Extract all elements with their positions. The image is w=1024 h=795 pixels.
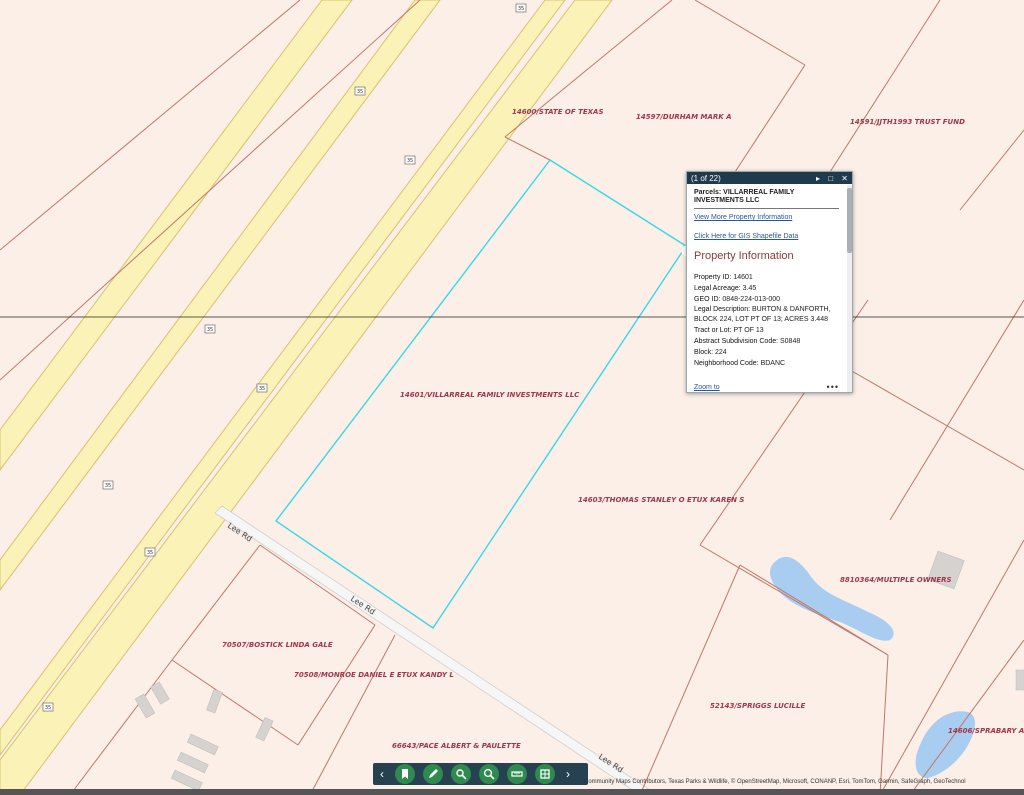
section-title: Property Information [694, 250, 794, 262]
layer-search-icon[interactable] [451, 764, 471, 784]
parcel-label: 70508/MONROE DANIEL E ETUX KANDY L [294, 671, 454, 679]
parcel-label: 52143/SPRIGGS LUCILLE [710, 702, 805, 710]
field-row: Legal Description: BURTON & DANFORTH, BL… [694, 306, 831, 323]
field-row: Property ID: 14601 [694, 274, 753, 281]
draw-icon[interactable] [423, 764, 443, 784]
parcel-label: 8810364/MULTIPLE OWNERS [840, 576, 952, 584]
parcel-label: 14603/THOMAS STANLEY O ETUX KAREN S [578, 496, 744, 504]
popup-footer: Zoom to ••• [687, 382, 846, 392]
highway-shield-label: 35 [207, 327, 213, 333]
widget-toolbar: ‹ › [373, 763, 588, 785]
highway-shield-label: 35 [147, 550, 153, 556]
popup-header: (1 of 22) ▸ □ ✕ [687, 172, 852, 184]
close-icon[interactable]: ✕ [841, 174, 848, 183]
popup-scroll-thumb[interactable] [847, 188, 852, 253]
field-row: Tract or Lot: PT OF 13 [694, 327, 764, 334]
highway-shield-label: 35 [259, 386, 265, 392]
search-icon[interactable] [479, 764, 499, 784]
zoom-to-link[interactable]: Zoom to [694, 384, 720, 391]
bookmark-icon[interactable] [395, 764, 415, 784]
gis-shapefile-link[interactable]: Click Here for GIS Shapefile Data [694, 233, 839, 240]
toolbar-next-button[interactable]: › [559, 767, 577, 781]
toolbar-prev-button[interactable]: ‹ [373, 767, 391, 781]
highway-shield-label: 35 [105, 483, 111, 489]
highway-shield-label: 35 [518, 6, 524, 12]
parcel-label: 14591/JJTH1993 TRUST FUND [850, 118, 965, 126]
popup-counter: (1 of 22) [691, 173, 721, 183]
parcel-label: 70507/BOSTICK LINDA GALE [222, 641, 333, 649]
field-row: Neighborhood Code: BDANC [694, 360, 786, 367]
parcel-label: 14597/DURHAM MARK A [636, 113, 732, 121]
field-row: Abstract Subdivision Code: S0848 [694, 338, 801, 345]
popup-title: Parcels: VILLARREAL FAMILY INVESTMENTS L… [694, 189, 839, 209]
map-canvas[interactable]: 35 35 35 35 35 35 35 35 14600/STATE OF TEXAS 14… [0, 0, 1024, 795]
popup-body: Parcels: VILLARREAL FAMILY INVESTMENTS L… [687, 185, 846, 392]
parcel-label: 66643/PACE ALBERT & PAULETTE [392, 742, 521, 750]
parcel-label: 14600/STATE OF TEXAS [512, 108, 604, 116]
field-row: GEO ID: 0848-224-013-000 [694, 296, 781, 303]
bottom-bar [0, 789, 1024, 795]
highway-shield-label: 35 [45, 705, 51, 711]
parcel-label: 14606/SPRABARY ALI [948, 727, 1024, 735]
more-actions-icon[interactable]: ••• [827, 382, 839, 392]
field-row: Block: 224 [694, 349, 727, 356]
view-more-property-link[interactable]: View More Property Information [694, 214, 839, 221]
measure-icon[interactable] [507, 764, 527, 784]
next-feature-icon[interactable]: ▸ [816, 174, 820, 183]
map-attribution: Community Maps Contributors, Texas Parks… [584, 779, 966, 785]
parcel-label: 14601/VILLARREAL FAMILY INVESTMENTS LLC [400, 391, 580, 399]
print-icon[interactable] [535, 764, 555, 784]
field-row: Legal Acreage: 3.45 [694, 285, 757, 292]
identify-popup: (1 of 22) ▸ □ ✕ Parcels: VILLARREAL FAMI… [686, 171, 853, 393]
highway-shield-label: 35 [407, 158, 413, 164]
highway-shield-label: 35 [357, 89, 363, 95]
maximize-icon[interactable]: □ [828, 174, 833, 183]
